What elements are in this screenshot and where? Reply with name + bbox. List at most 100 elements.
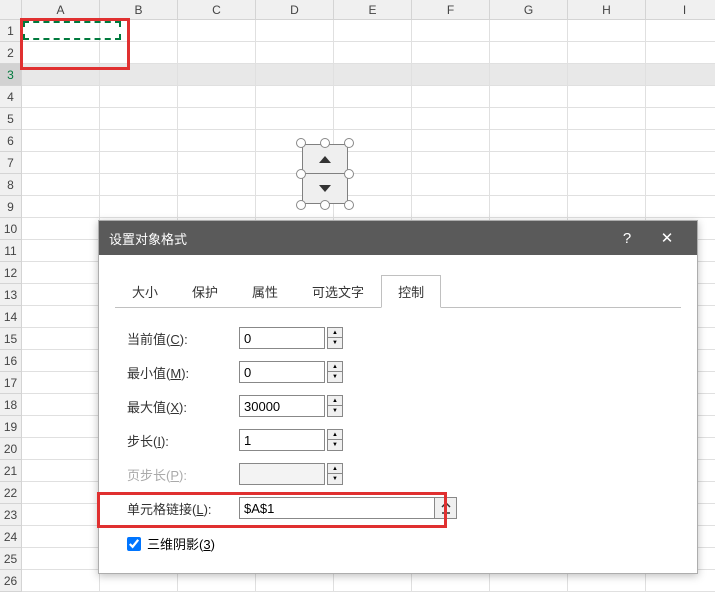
cell[interactable] <box>22 548 100 570</box>
tab-control[interactable]: 控制 <box>381 275 441 308</box>
cell[interactable] <box>568 20 646 42</box>
select-all-corner[interactable] <box>0 0 22 20</box>
column-header[interactable]: C <box>178 0 256 20</box>
cell[interactable] <box>22 262 100 284</box>
resize-handle[interactable] <box>296 200 306 210</box>
row-header[interactable]: 21 <box>0 460 22 482</box>
tab-alttext[interactable]: 可选文字 <box>295 275 381 308</box>
column-header[interactable]: H <box>568 0 646 20</box>
cell[interactable] <box>412 174 490 196</box>
cell[interactable] <box>22 218 100 240</box>
close-button[interactable]: ✕ <box>647 221 687 255</box>
cell[interactable] <box>22 394 100 416</box>
cell[interactable] <box>412 86 490 108</box>
row-header[interactable]: 6 <box>0 130 22 152</box>
cell[interactable] <box>334 20 412 42</box>
cell[interactable] <box>412 64 490 86</box>
cell[interactable] <box>22 152 100 174</box>
cell[interactable] <box>490 130 568 152</box>
spinner-up-button[interactable] <box>302 144 348 174</box>
column-header[interactable]: F <box>412 0 490 20</box>
cell[interactable] <box>412 196 490 218</box>
row-header[interactable]: 22 <box>0 482 22 504</box>
cell[interactable] <box>490 152 568 174</box>
range-selector-button[interactable] <box>435 497 457 519</box>
cell[interactable] <box>568 108 646 130</box>
row-header[interactable]: 9 <box>0 196 22 218</box>
row-header[interactable]: 17 <box>0 372 22 394</box>
resize-handle[interactable] <box>344 200 354 210</box>
cell[interactable] <box>22 196 100 218</box>
cell[interactable] <box>256 86 334 108</box>
row-header[interactable]: 24 <box>0 526 22 548</box>
cell[interactable] <box>178 86 256 108</box>
column-header[interactable]: E <box>334 0 412 20</box>
cell[interactable] <box>22 460 100 482</box>
spin-down-icon[interactable]: ▼ <box>327 406 343 417</box>
row-header[interactable]: 26 <box>0 570 22 592</box>
cell[interactable] <box>100 86 178 108</box>
cell[interactable] <box>490 42 568 64</box>
cell[interactable] <box>100 108 178 130</box>
row-header[interactable]: 7 <box>0 152 22 174</box>
spin-down-icon[interactable]: ▼ <box>327 372 343 383</box>
cell[interactable] <box>334 42 412 64</box>
resize-handle[interactable] <box>344 169 354 179</box>
row-header[interactable]: 20 <box>0 438 22 460</box>
column-header[interactable]: I <box>646 0 715 20</box>
column-header[interactable]: D <box>256 0 334 20</box>
celllink-input[interactable] <box>239 497 435 519</box>
cell[interactable] <box>646 108 715 130</box>
row-header[interactable]: 23 <box>0 504 22 526</box>
cell[interactable] <box>490 86 568 108</box>
cell[interactable] <box>568 196 646 218</box>
row-header[interactable]: 19 <box>0 416 22 438</box>
spin-up-icon[interactable]: ▲ <box>327 327 343 338</box>
cell[interactable] <box>178 196 256 218</box>
cell[interactable] <box>178 130 256 152</box>
resize-handle[interactable] <box>320 138 330 148</box>
row-header[interactable]: 5 <box>0 108 22 130</box>
row-header[interactable]: 25 <box>0 548 22 570</box>
cell[interactable] <box>100 130 178 152</box>
cell[interactable] <box>22 108 100 130</box>
cell[interactable] <box>178 152 256 174</box>
row-header[interactable]: 13 <box>0 284 22 306</box>
cell[interactable] <box>568 64 646 86</box>
cell[interactable] <box>568 86 646 108</box>
row-header[interactable]: 14 <box>0 306 22 328</box>
row-header[interactable]: 18 <box>0 394 22 416</box>
cell[interactable] <box>22 42 100 64</box>
row-header[interactable]: 1 <box>0 20 22 42</box>
cell[interactable] <box>646 64 715 86</box>
dialog-titlebar[interactable]: 设置对象格式 ? ✕ <box>99 221 697 255</box>
cell[interactable] <box>256 20 334 42</box>
cell[interactable] <box>22 416 100 438</box>
cell[interactable] <box>490 196 568 218</box>
cell[interactable] <box>646 86 715 108</box>
cell[interactable] <box>490 174 568 196</box>
cell[interactable] <box>22 438 100 460</box>
row-header[interactable]: 8 <box>0 174 22 196</box>
cell[interactable] <box>334 64 412 86</box>
cell[interactable] <box>256 108 334 130</box>
tab-size[interactable]: 大小 <box>115 275 175 308</box>
resize-handle[interactable] <box>320 200 330 210</box>
cell[interactable] <box>22 130 100 152</box>
spinner-form-control[interactable] <box>302 144 348 204</box>
cell[interactable] <box>568 130 646 152</box>
row-header[interactable]: 3 <box>0 64 22 86</box>
cell[interactable] <box>22 284 100 306</box>
cell[interactable] <box>412 130 490 152</box>
row-header[interactable]: 10 <box>0 218 22 240</box>
help-button[interactable]: ? <box>607 221 647 255</box>
cell[interactable] <box>100 174 178 196</box>
cell[interactable] <box>490 20 568 42</box>
column-header[interactable]: A <box>22 0 100 20</box>
cell[interactable] <box>646 152 715 174</box>
cell[interactable] <box>646 174 715 196</box>
tab-protect[interactable]: 保护 <box>175 275 235 308</box>
spin-up-icon[interactable]: ▲ <box>327 429 343 440</box>
cell[interactable] <box>568 152 646 174</box>
row-header[interactable]: 12 <box>0 262 22 284</box>
